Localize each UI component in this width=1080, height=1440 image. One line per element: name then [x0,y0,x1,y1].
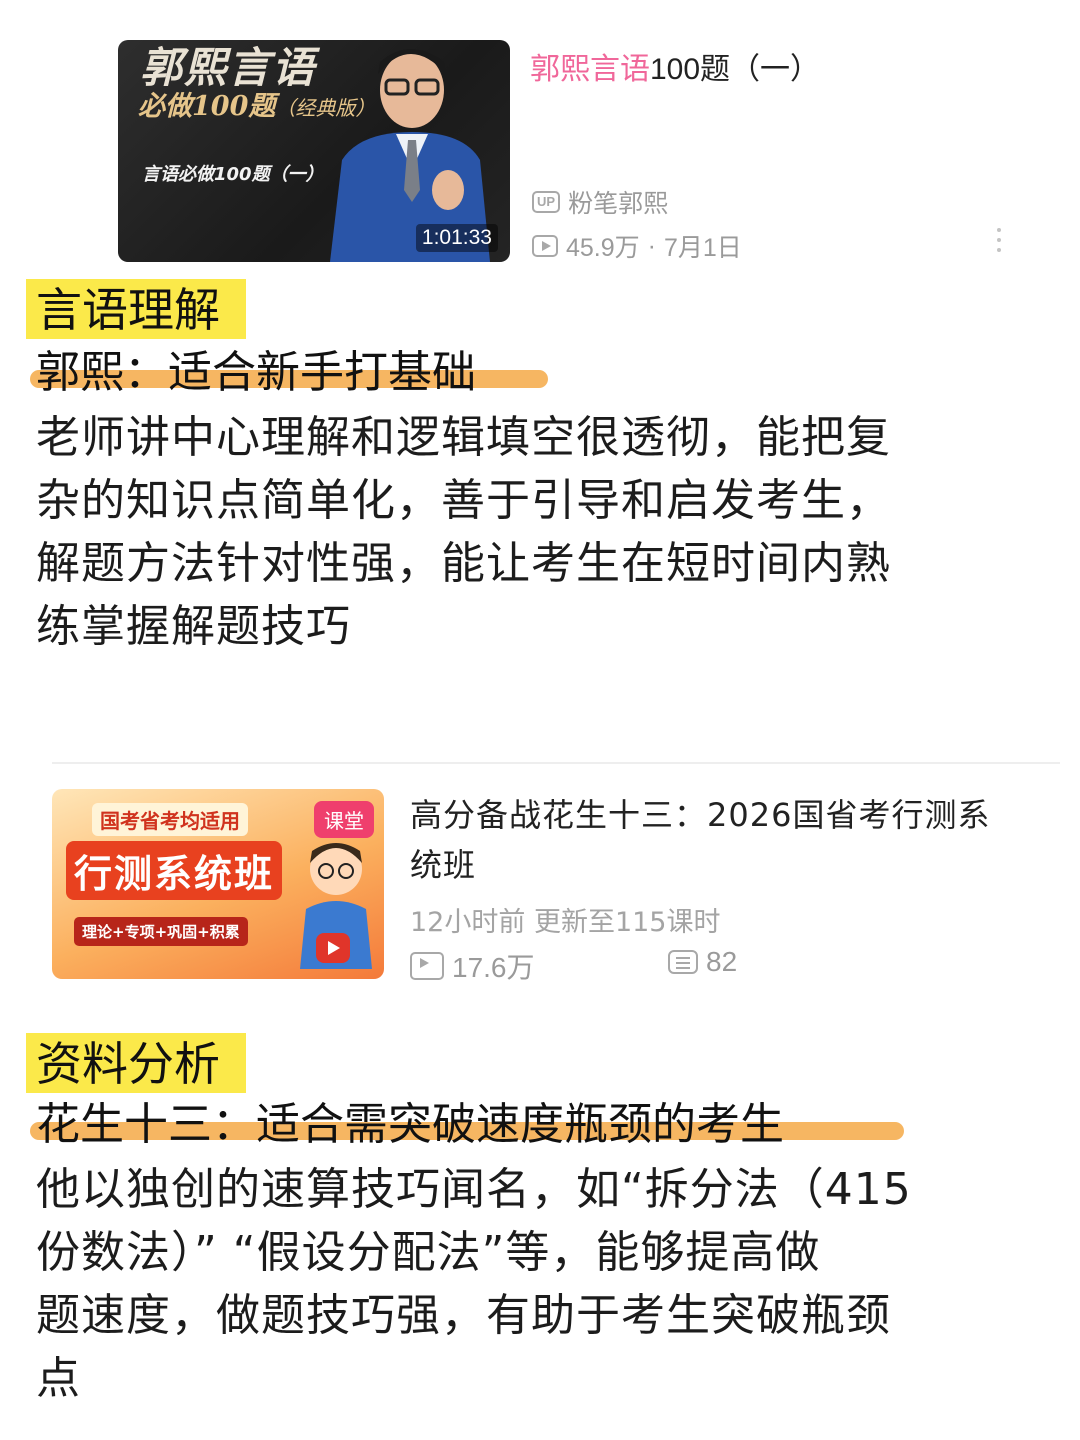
video-thumbnail-2[interactable]: 国考省考均适用 行测系统班 理论+专项+巩固+积累 课堂 [52,789,384,979]
thumbnail-banner-top: 国考省考均适用 [92,803,248,836]
update-status: 12小时前 更新至115课时 [410,907,721,938]
upload-date: 7月1日 [664,234,742,262]
uploader-name: 粉笔郭熙 [568,190,669,218]
video2-views-row: 17.6万 [410,946,535,986]
section-tag-verbal: 言语理解 [26,279,246,339]
body-line: 练掌握解题技巧 [36,601,351,652]
section-heading-2: 花生十三：适合需突破速度瓶颈的考生 [36,1099,784,1150]
more-options-icon[interactable] [994,228,1004,258]
thumbnail-banner-sub: 理论+专项+巩固+积累 [74,917,248,946]
meta-separator: · [647,231,656,260]
play-count-icon [532,235,558,257]
video-title-rest: 100题（一） [650,53,821,86]
video-thumbnail-1[interactable]: 郭熙言语 必做100题（经典版） 言语必做100题（一） 1:01:33 [118,40,510,262]
uploader-row[interactable]: UP 粉笔郭熙 [532,184,668,220]
body-line: 份数法）” “假设分配法”等，能够提高做 [36,1227,821,1278]
section-tag-data-analysis: 资料分析 [26,1033,246,1093]
lesson-count: 82 [706,946,738,977]
video-duration: 1:01:33 [415,224,498,252]
body-line: 点 [36,1353,81,1404]
view-count: 17.6万 [452,952,535,983]
video-title-highlight: 郭熙言语 [530,53,650,86]
video-title-1[interactable]: 郭熙言语100题（一） [530,44,820,88]
body-line: 他以独创的速算技巧闻名，如“拆分法（415 [36,1164,912,1215]
body-line: 杂的知识点简单化，善于引导和启发考生， [36,475,891,526]
body-line: 老师讲中心理解和逻辑填空很透彻，能把复 [36,412,891,463]
video-title-line: 统班 [410,846,477,884]
mascot-image [300,843,372,969]
play-count-icon [410,952,444,980]
section-body-1: 老师讲中心理解和逻辑填空很透彻，能把复 杂的知识点简单化，善于引导和启发考生， … [36,406,1066,658]
video-stats-row: 45.9万 · 7月1日 [532,228,742,264]
body-line: 解题方法针对性强，能让考生在短时间内熟 [36,538,891,589]
video-title-2[interactable]: 高分备战花生十三：2026国省考行测系 统班 [410,790,1050,890]
thumbnail-subtitle-main: 必做100题 [138,91,276,122]
video2-lessons-row: 82 [668,946,737,978]
section-body-2: 他以独创的速算技巧闻名，如“拆分法（415 份数法）” “假设分配法”等，能够提… [36,1158,1066,1410]
body-line: 题速度，做题技巧强，有助于考生突破瓶颈 [36,1290,891,1341]
lesson-list-icon [668,950,698,974]
card-divider [52,762,1060,764]
section-heading-1: 郭熙：适合新手打基础 [36,347,476,398]
view-count: 45.9万 [566,234,640,262]
thumbnail-episode: 言语必做100题（一） [142,164,324,185]
video-title-line: 高分备战花生十三：2026国省考行测系 [410,796,991,834]
up-icon: UP [532,191,561,213]
thumbnail-banner-main: 行测系统班 [66,841,283,900]
